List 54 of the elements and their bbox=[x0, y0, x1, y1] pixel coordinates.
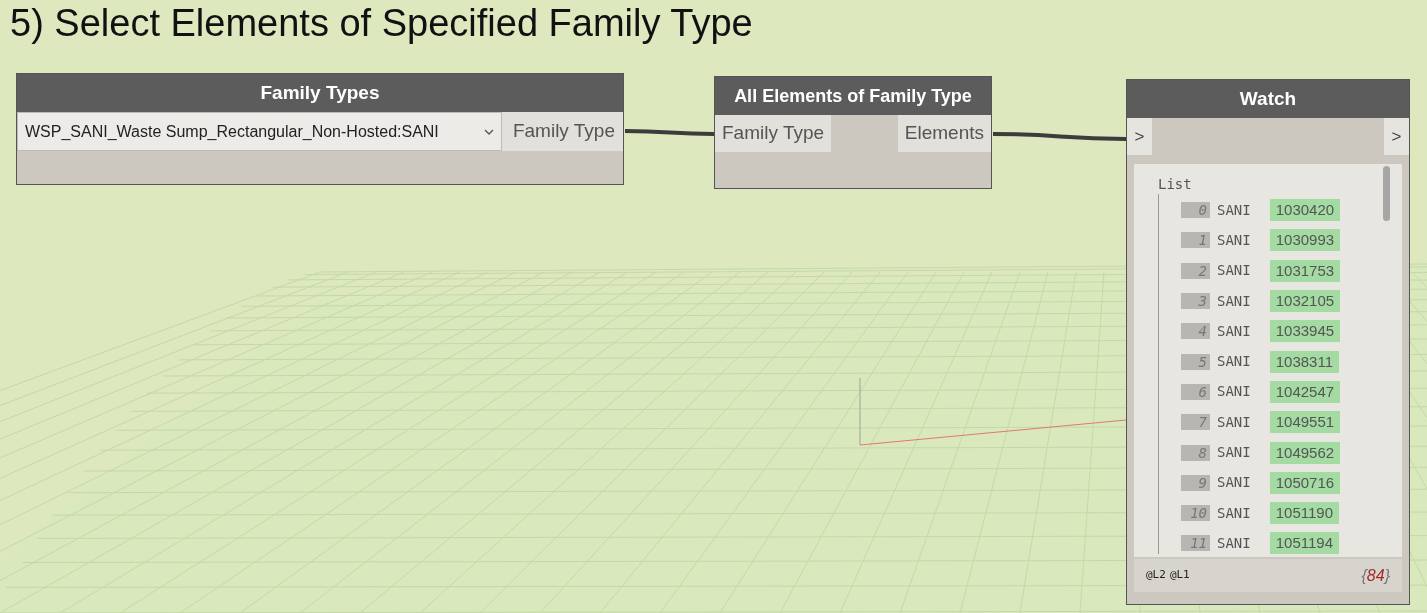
level-label[interactable]: @L2 bbox=[1146, 567, 1166, 584]
list-index: 1 bbox=[1181, 232, 1210, 249]
list-index: 4 bbox=[1181, 323, 1210, 340]
node-title: All Elements of Family Type bbox=[715, 77, 991, 115]
output-port[interactable]: Elements bbox=[897, 115, 991, 152]
list-index: 6 bbox=[1181, 383, 1210, 400]
list-item-label: SANI bbox=[1217, 412, 1251, 432]
list-item-value: 1051194 bbox=[1269, 532, 1339, 555]
list-index: 8 bbox=[1181, 444, 1210, 461]
list-item-label: SANI bbox=[1217, 261, 1251, 281]
list-item-label: SANI bbox=[1217, 321, 1251, 341]
list-item-label: SANI bbox=[1217, 230, 1251, 250]
level-label[interactable]: @L1 bbox=[1169, 567, 1190, 584]
list-label: List bbox=[1158, 175, 1192, 194]
list-item-value: 1032105 bbox=[1269, 290, 1341, 313]
list-item-label: SANI bbox=[1217, 503, 1251, 523]
list-index: 7 bbox=[1181, 414, 1210, 431]
list-item-label: SANI bbox=[1217, 533, 1251, 553]
page-title: 5) Select Elements of Specified Family Type bbox=[10, 1, 753, 46]
list-item-value: 1033945 bbox=[1269, 320, 1341, 343]
list-item-label: SANI bbox=[1217, 382, 1251, 402]
item-count: 84 bbox=[1366, 565, 1385, 586]
list-item-value: 1051190 bbox=[1269, 502, 1339, 525]
list-item-value: 1049551 bbox=[1269, 411, 1341, 434]
list-item-value: 1050716 bbox=[1269, 471, 1341, 494]
output-port[interactable]: Family Type bbox=[502, 112, 623, 151]
node-title: Family Types bbox=[17, 74, 623, 112]
chevron-down-icon bbox=[484, 128, 494, 135]
list-item-label: SANI bbox=[1217, 352, 1251, 372]
input-port[interactable]: > bbox=[1127, 118, 1152, 155]
list-index: 3 bbox=[1181, 293, 1210, 310]
list-item-label: SANI bbox=[1217, 200, 1251, 220]
list-index: 9 bbox=[1181, 474, 1210, 491]
output-port[interactable]: > bbox=[1384, 118, 1409, 155]
list-index: 2 bbox=[1181, 262, 1210, 279]
brace: { bbox=[1361, 565, 1367, 586]
list-item-label: SANI bbox=[1217, 291, 1251, 311]
list-index: 5 bbox=[1181, 353, 1210, 370]
list-index: 11 bbox=[1181, 535, 1210, 552]
list-item-value: 1042547 bbox=[1269, 380, 1341, 403]
list-item-value: 1031753 bbox=[1269, 259, 1341, 282]
list-index: 0 bbox=[1181, 202, 1210, 219]
list-item-label: SANI bbox=[1217, 443, 1251, 462]
input-port[interactable]: Family Type bbox=[715, 115, 832, 152]
list-index: 10 bbox=[1181, 505, 1210, 522]
scrollbar-icon bbox=[1383, 166, 1390, 221]
list-item-label: SANI bbox=[1217, 473, 1251, 493]
list-item-value: 1049562 bbox=[1269, 441, 1341, 464]
list-item-value: 1030993 bbox=[1269, 229, 1341, 252]
brace: } bbox=[1384, 565, 1390, 586]
node-title: Watch bbox=[1127, 80, 1409, 118]
list-item-value: 1038311 bbox=[1269, 350, 1339, 373]
list-item-value: 1030420 bbox=[1269, 199, 1341, 222]
dropdown[interactable]: WSP_SANI_Waste Sump_Rectangular_Non-Hosted:SANI bbox=[17, 112, 502, 151]
